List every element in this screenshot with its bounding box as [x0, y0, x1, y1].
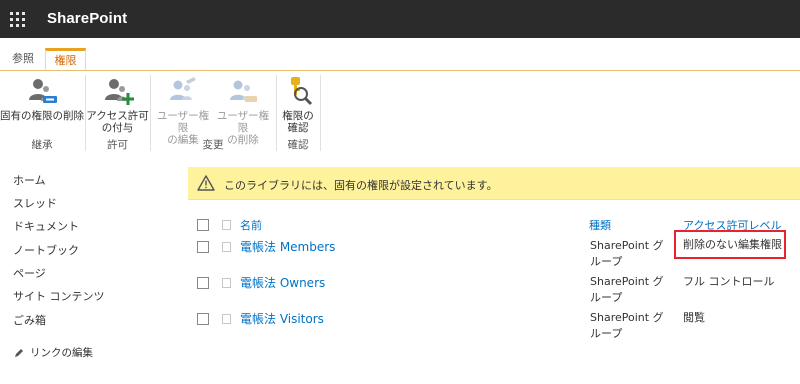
column-header-name[interactable]: 名前 — [240, 217, 262, 233]
people-remove-icon — [29, 79, 57, 103]
suite-bar: SharePoint — [0, 0, 800, 38]
group-item-icon — [222, 314, 231, 324]
group-separator — [320, 75, 321, 151]
status-message: このライブラリには、固有の権限が設定されています。 — [224, 179, 498, 192]
item-type-icon — [222, 220, 231, 230]
select-all-checkbox[interactable] — [197, 219, 209, 231]
group-name-link[interactable]: 電帳法 Members — [240, 238, 335, 255]
status-bar: このライブラリには、固有の権限が設定されています。 — [188, 167, 800, 200]
app-launcher-icon[interactable] — [0, 0, 34, 38]
group-type-line1: SharePoint グ — [590, 275, 664, 288]
group-item-icon — [222, 242, 231, 252]
remove-user-permissions-button[interactable]: ユーザー権限 の削除 — [213, 75, 273, 146]
nav-item-site-contents[interactable]: サイト コンテンツ — [13, 288, 105, 304]
row-checkbox[interactable] — [197, 277, 209, 289]
row-checkbox[interactable] — [197, 241, 209, 253]
nav-item-pages[interactable]: ページ — [13, 265, 46, 281]
group-label-modify: 変更 — [202, 139, 224, 151]
grant-permissions-button[interactable]: アクセス許可 の付与 — [86, 75, 149, 135]
nav-item-threads[interactable]: スレッド — [13, 195, 57, 211]
row-checkbox[interactable] — [197, 313, 209, 325]
group-type-line1: SharePoint グ — [590, 239, 664, 252]
edit-user-permissions-button[interactable]: ユーザー権限 の編集 — [153, 75, 213, 146]
group-name-link[interactable]: 電帳法 Owners — [240, 274, 325, 291]
ribbon: 固有の権限の削除 アクセス許可 の付与 ユーザー権限 の編集 ユーザー権限 の削… — [0, 71, 800, 152]
column-header-type[interactable]: 種類 — [589, 217, 611, 233]
group-type-line2: ループ — [590, 327, 623, 340]
key-magnifier-icon — [291, 77, 313, 106]
group-label-grant: 許可 — [107, 139, 128, 151]
group-item-icon — [222, 278, 231, 288]
tab-permissions[interactable]: 権限 — [45, 48, 86, 71]
nav-item-notebook[interactable]: ノートブック — [13, 242, 79, 258]
app-title[interactable]: SharePoint — [47, 10, 127, 27]
permission-level: 閲覧 — [683, 311, 705, 324]
stop-inheriting-button[interactable]: 固有の権限の削除 — [0, 75, 84, 135]
group-type-line2: ループ — [590, 291, 623, 304]
people-edit-icon — [170, 77, 196, 100]
check-permissions-button[interactable]: 権限の 確認 — [278, 75, 318, 135]
group-type-line2: ループ — [590, 255, 623, 268]
pencil-icon — [15, 349, 23, 357]
group-name-link[interactable]: 電帳法 Visitors — [240, 310, 324, 327]
warning-icon — [197, 175, 215, 191]
stop-inheriting-label: 固有の権限の削除 — [0, 110, 84, 122]
permission-level: フル コントロール — [683, 275, 775, 288]
check-permissions-label: 権限の 確認 — [282, 110, 314, 134]
nav-item-documents[interactable]: ドキュメント — [13, 218, 79, 234]
people-delete-icon — [230, 80, 257, 102]
ribbon-tabs: 参照 権限 — [0, 38, 800, 71]
nav-item-recycle-bin[interactable]: ごみ箱 — [13, 312, 46, 328]
people-add-icon — [104, 79, 134, 105]
group-label-inheritance: 継承 — [31, 139, 53, 151]
highlight-box — [674, 230, 786, 259]
tab-browse[interactable]: 参照 — [4, 48, 42, 71]
group-type-line1: SharePoint グ — [590, 311, 664, 324]
edit-links-label: リンクの編集 — [30, 347, 93, 359]
group-label-check: 確認 — [287, 139, 309, 151]
grant-permissions-label: アクセス許可 の付与 — [86, 110, 149, 134]
edit-links-button[interactable]: リンクの編集 — [14, 345, 93, 360]
nav-item-home[interactable]: ホーム — [13, 172, 46, 188]
